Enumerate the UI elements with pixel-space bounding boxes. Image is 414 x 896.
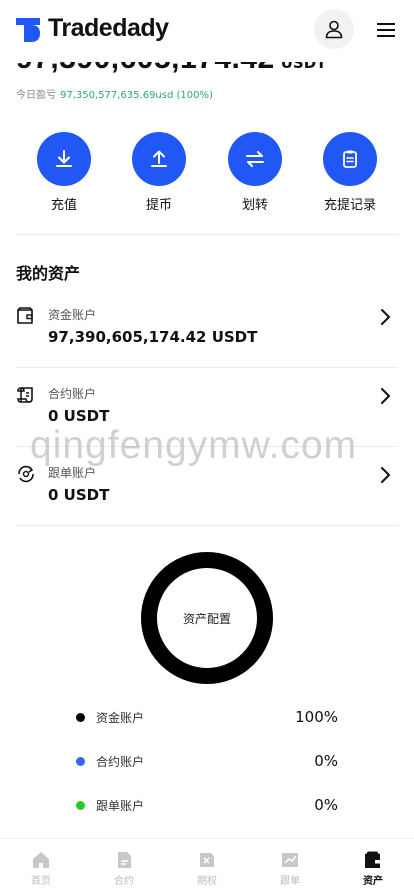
records-circle[interactable]: [323, 132, 377, 186]
chevron-right-icon: [381, 388, 390, 404]
legend-name: 跟单账户: [96, 799, 145, 813]
divider: [16, 525, 398, 526]
account-value: 0 USDT: [48, 407, 110, 425]
wallet-icon: [365, 851, 380, 868]
transfer-label: 划转: [241, 198, 268, 213]
user-profile-button[interactable]: [314, 9, 354, 49]
account-value: 97,390,605,174.42 USDT: [48, 328, 258, 346]
account-name: 跟单账户: [48, 466, 97, 480]
contract-icon: [118, 852, 131, 868]
legend-item-copy-trade: 跟单账户 0%: [76, 796, 338, 816]
follow-icon: [282, 853, 298, 867]
home-icon: [33, 852, 49, 868]
legend-percent: 0%: [314, 796, 338, 814]
app-title: Tradedady: [48, 14, 169, 42]
chevron-right-icon: [381, 309, 390, 325]
menu-button[interactable]: [374, 18, 398, 42]
tab-home[interactable]: 首页: [0, 839, 82, 896]
transfer-button[interactable]: 划转: [220, 132, 290, 213]
legend-dot: [76, 713, 85, 722]
divider: [16, 367, 398, 368]
account-name: 资金账户: [48, 308, 97, 322]
legend-item-funding: 资金账户 100%: [76, 708, 338, 728]
scroll-icon: [17, 387, 33, 403]
tradedady-logo-icon[interactable]: [16, 18, 40, 42]
transfer-icon: [246, 151, 264, 167]
legend-percent: 100%: [295, 708, 338, 726]
deposit-circle[interactable]: [37, 132, 91, 186]
legend-dot: [76, 801, 85, 810]
legend-name: 资金账户: [96, 711, 145, 725]
hamburger-menu-icon: [377, 23, 395, 37]
app-header: Tradedady: [0, 0, 414, 62]
quick-actions: 充值 提币 划转 充提记录: [16, 132, 398, 213]
funding-account-row[interactable]: 资金账户 97,390,605,174.42 USDT: [16, 302, 398, 380]
tab-contract[interactable]: 合约: [83, 839, 165, 896]
download-icon: [56, 150, 72, 167]
options-icon: [200, 853, 214, 867]
user-icon: [325, 20, 343, 39]
my-assets-title: 我的资产: [16, 264, 81, 283]
pnl-value: 97,350,577,635.69usd (100%): [60, 90, 213, 101]
withdraw-button[interactable]: 提币: [124, 132, 194, 213]
legend-percent: 0%: [314, 752, 338, 770]
tab-follow[interactable]: 跟单: [249, 839, 331, 896]
withdraw-circle[interactable]: [132, 132, 186, 186]
tab-label: 资产: [363, 876, 383, 887]
copy-trade-account-row[interactable]: 跟单账户 0 USDT: [16, 460, 398, 538]
account-name: 合约账户: [48, 387, 97, 401]
deposit-button[interactable]: 充值: [29, 132, 99, 213]
pnl-label: 今日盈亏: [16, 90, 56, 101]
wallet-icon: [17, 307, 33, 324]
today-pnl: 今日盈亏 97,350,577,635.69usd (100%): [16, 86, 213, 101]
contract-account-row[interactable]: 合约账户 0 USDT: [16, 381, 398, 459]
divider: [16, 234, 398, 235]
tab-label: 期权: [197, 876, 217, 887]
records-button[interactable]: 充提记录: [315, 132, 385, 213]
copy-trade-icon: [18, 465, 34, 483]
bottom-tab-bar: 首页 合约 期权 跟单 资产: [0, 838, 414, 896]
tab-label: 首页: [31, 876, 51, 887]
donut-center-label: 资产配置: [182, 611, 231, 626]
tab-assets[interactable]: 资产: [332, 839, 414, 896]
chevron-right-icon: [381, 467, 390, 483]
withdraw-label: 提币: [145, 198, 172, 213]
deposit-label: 充值: [50, 198, 77, 213]
transfer-circle[interactable]: [228, 132, 282, 186]
legend-name: 合约账户: [96, 755, 145, 769]
tab-options[interactable]: 期权: [166, 839, 248, 896]
asset-allocation-chart: 资产配置: [139, 550, 275, 686]
legend-item-contract: 合约账户 0%: [76, 752, 338, 772]
tab-label: 合约: [114, 876, 134, 887]
records-label: 充提记录: [323, 198, 376, 213]
tab-label: 跟单: [280, 876, 300, 887]
clipboard-icon: [343, 150, 357, 168]
upload-icon: [151, 150, 167, 167]
legend-dot: [76, 757, 85, 766]
divider: [16, 446, 398, 447]
account-value: 0 USDT: [48, 486, 110, 504]
